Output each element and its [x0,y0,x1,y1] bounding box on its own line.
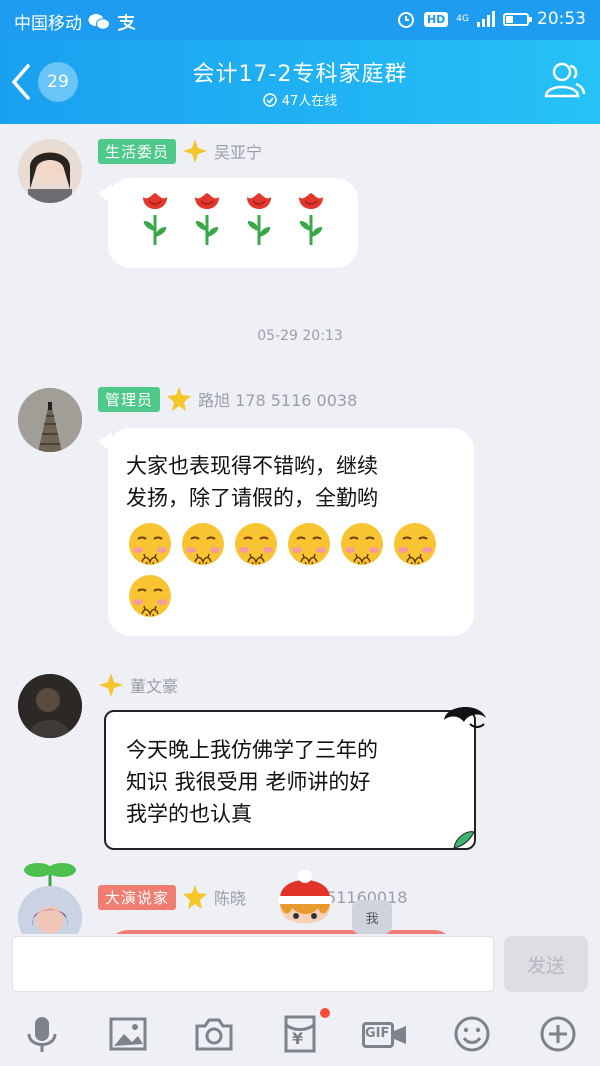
emoji-row [126,518,456,622]
network-type: 4G [456,13,469,24]
leaf-decoration-icon [453,831,475,849]
status-bar: 中国移动 HD 4G 20:53 [0,0,600,40]
level-star-icon [99,673,123,697]
send-button[interactable]: 发送 [504,936,588,992]
sender-meta: 生活委员 吴亚宁 [98,138,262,164]
shy-face-emoji-icon [391,520,444,568]
shy-face-emoji-icon [126,572,179,620]
yen-label: ¥ [292,1029,304,1048]
image-icon[interactable] [108,1014,148,1054]
hd-badge: HD [423,11,449,27]
message-bubble[interactable] [108,178,358,268]
shy-face-emoji-icon [338,520,391,568]
alarm-icon [397,12,414,28]
rose-emoji-icon [138,191,172,256]
input-bar: 发送 [0,934,600,1000]
message-text: 知识 我很受用 老师讲的好 [126,770,371,794]
shy-face-emoji-icon [126,520,179,568]
rose-emoji-icon [190,191,224,256]
chat-header: 29 会计17-2专科家庭群 47人在线 [0,40,600,124]
shy-face-emoji-icon [179,520,232,568]
bubble-decoration-icon [444,706,486,728]
group-title: 会计17-2专科家庭群 [192,62,408,87]
message-text: 我学的也认真 [126,802,252,826]
avatar[interactable] [18,388,82,452]
microphone-icon[interactable] [22,1014,62,1054]
sticker-label: 我 [352,900,392,934]
rose-emoji-icon [242,191,276,256]
sender-meta: 董文豪 [98,672,178,698]
shy-face-emoji-icon [285,520,338,568]
timestamp-separator: 05-29 20:13 [257,328,343,344]
battery-icon [503,12,532,26]
chat-area[interactable]: 生活委员 吴亚宁 05-29 20:13 管理员 路旭 178 5116 003… [0,124,600,934]
sender-name: 路旭 178 5116 0038 [198,391,358,410]
plus-icon[interactable] [538,1014,578,1054]
sender-name: 吴亚宁 [214,143,263,162]
member-title-tag: 大演说家 [98,884,177,910]
clock: 20:53 [537,9,586,29]
avatar[interactable] [18,674,82,738]
message-bubble[interactable]: 今天晚上我仿佛学了三年的 知识 我很受用 老师讲的好 我学的也认真 [104,710,476,850]
level-star-icon [183,885,208,909]
avatar[interactable] [18,139,82,203]
emoji-icon[interactable] [452,1014,492,1054]
rose-emoji-icon [294,191,328,256]
message-input[interactable] [12,936,494,992]
sender-name: 陈晓 [214,889,247,908]
member-title-tag: 生活委员 [98,138,177,164]
level-star-icon [167,387,192,411]
notification-dot [320,1008,330,1018]
carrier-label: 中国移动 [14,14,82,34]
message-text: 发扬，除了请假的，全勤哟 [126,486,378,510]
camera-icon[interactable] [194,1014,234,1054]
signal-icon [477,11,495,27]
wechat-icon [88,13,110,30]
alipay-icon [117,13,136,31]
avatar[interactable] [18,886,82,934]
gif-icon[interactable]: GIF [362,1014,408,1054]
red-packet-icon[interactable]: ¥ [280,1014,320,1054]
check-circle-icon [262,92,277,107]
online-status: 47人在线 [0,90,600,109]
online-count: 47人在线 [281,94,338,109]
message-text: 大家也表现得不错哟，继续 [126,454,378,478]
member-title-tag: 管理员 [98,386,161,412]
cartoon-girl-sticker-icon [278,870,332,924]
gif-label: GIF [365,1026,390,1041]
sender-name: 董文豪 [130,677,179,696]
group-members-icon[interactable] [542,58,586,102]
message-text: 今天晚上我仿佛学了三年的 [126,738,378,762]
sender-meta: 管理员 路旭 178 5116 0038 [98,386,357,412]
input-toolbar: ¥ GIF [0,1000,600,1066]
level-star-icon [183,139,208,163]
message-bubble[interactable]: 大家也表现得不错哟，继续 发扬，除了请假的，全勤哟 [108,428,474,636]
shy-face-emoji-icon [232,520,285,568]
